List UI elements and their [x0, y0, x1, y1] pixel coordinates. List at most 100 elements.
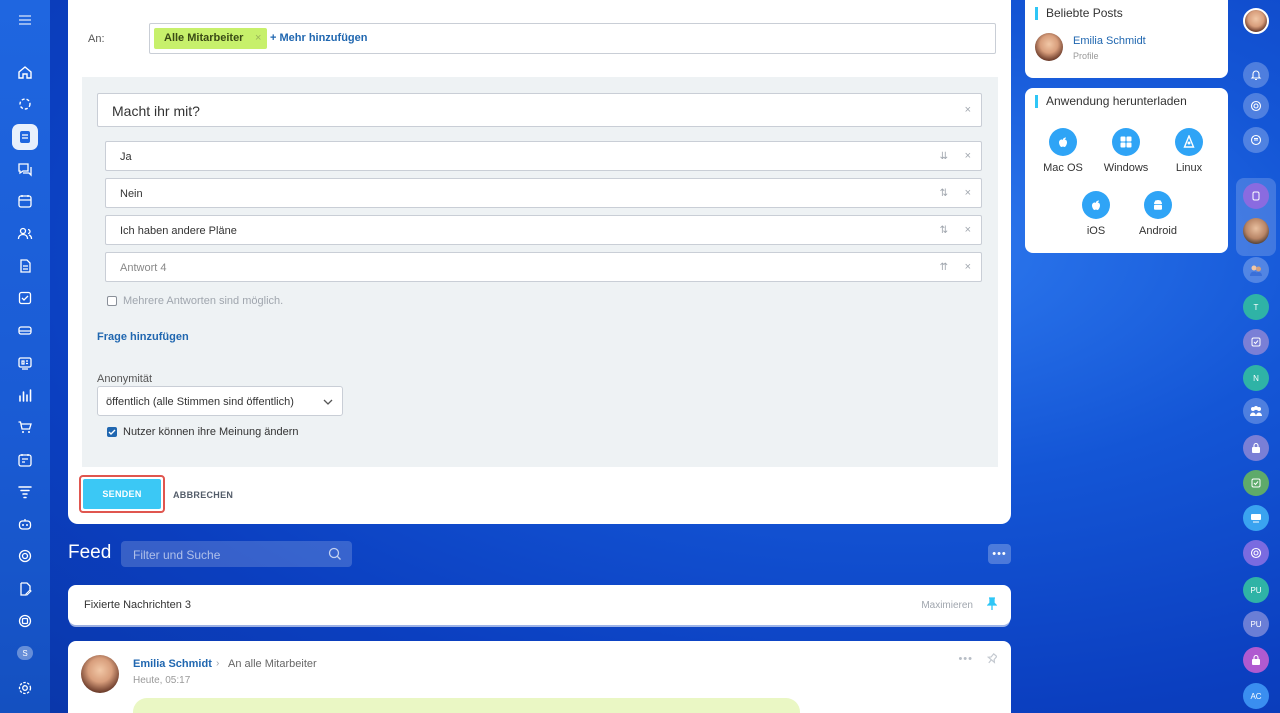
pin-icon[interactable]: [987, 597, 997, 611]
post-composer: An: Alle Mitarbeiter × + Mehr hinzufügen…: [68, 0, 1011, 524]
feed-icon[interactable]: [12, 124, 38, 150]
ios-download[interactable]: iOS: [1066, 191, 1126, 237]
recipient-arrow-icon: ›: [216, 658, 220, 669]
post-more-icon[interactable]: •••: [958, 653, 973, 665]
app-label: Mac OS: [1043, 162, 1083, 174]
contacts-icon[interactable]: [12, 220, 38, 246]
avatar[interactable]: [81, 655, 119, 693]
remove-answer-icon[interactable]: ×: [965, 216, 971, 244]
robot-icon[interactable]: [12, 511, 38, 537]
poll-answer-input[interactable]: Ja ⇊ ×: [105, 141, 982, 171]
collab-icon[interactable]: [12, 91, 38, 117]
remove-answer-icon[interactable]: ×: [965, 253, 971, 281]
calendar-icon[interactable]: [12, 188, 38, 214]
tasks-icon[interactable]: [12, 285, 38, 311]
add-more-recipients-link[interactable]: + Mehr hinzufügen: [270, 32, 367, 44]
chat-icon[interactable]: [12, 156, 38, 182]
pinned-messages-bar[interactable]: Fixierte Nachrichten 3 Maximieren: [68, 585, 1011, 625]
planner-icon[interactable]: [12, 447, 38, 473]
account-badge[interactable]: S: [12, 640, 38, 666]
lock-icon[interactable]: [1243, 647, 1269, 673]
funnel-icon[interactable]: [12, 479, 38, 505]
search-chat-icon[interactable]: [1243, 127, 1269, 153]
poll-answer-input[interactable]: Nein ⇅ ×: [105, 178, 982, 208]
checkbox-unchecked-icon[interactable]: [107, 296, 117, 306]
remove-answer-icon[interactable]: ×: [965, 179, 971, 207]
app-label: Windows: [1103, 162, 1149, 174]
contact-initial[interactable]: PU: [1243, 611, 1269, 637]
analytics-icon[interactable]: [12, 382, 38, 408]
answer-text: Ich haben andere Pläne: [120, 225, 237, 237]
team-avatar[interactable]: [1243, 398, 1269, 424]
copilot-chat-icon[interactable]: [1243, 540, 1269, 566]
account-initial: S: [17, 646, 33, 660]
recipients-field[interactable]: Alle Mitarbeiter × + Mehr hinzufügen: [149, 23, 996, 54]
documents-icon[interactable]: [12, 253, 38, 279]
user-avatar[interactable]: [1243, 8, 1269, 34]
post-author-link[interactable]: Emilia Schmidt: [133, 658, 212, 670]
app-label: Linux: [1175, 162, 1203, 174]
poll-question-input[interactable]: Macht ihr mit? ×: [97, 93, 982, 127]
sort-icon[interactable]: ⇅: [940, 216, 948, 244]
tasks-chat-icon[interactable]: [1243, 329, 1269, 355]
remove-answer-icon[interactable]: ×: [965, 142, 971, 170]
apple-icon: [1082, 191, 1110, 219]
recipient-chip[interactable]: Alle Mitarbeiter ×: [154, 28, 268, 49]
send-button[interactable]: SENDEN: [83, 479, 161, 509]
copilot-icon[interactable]: [1243, 93, 1269, 119]
linux-download[interactable]: Linux: [1159, 128, 1219, 174]
remove-question-icon[interactable]: ×: [965, 94, 971, 126]
sort-icon[interactable]: ⇊: [940, 142, 948, 170]
android-download[interactable]: Android: [1128, 191, 1188, 237]
cancel-button[interactable]: ABBRECHEN: [173, 490, 233, 500]
checklist-icon[interactable]: [1243, 470, 1269, 496]
feed-search-input[interactable]: Filter und Suche: [121, 541, 352, 567]
feed-more-button[interactable]: •••: [988, 544, 1011, 564]
checkbox-checked-icon[interactable]: [107, 427, 117, 437]
post-recipient[interactable]: An alle Mitarbeiter: [228, 658, 317, 670]
drive-icon[interactable]: [12, 317, 38, 343]
avatar[interactable]: [1035, 33, 1063, 61]
cart-icon[interactable]: [12, 414, 38, 440]
anonymity-select-value: öffentlich (alle Stimmen sind öffentlich…: [106, 396, 294, 408]
maximize-link[interactable]: Maximieren: [921, 600, 973, 611]
group-avatar[interactable]: [1243, 257, 1269, 283]
change-opinion-checkbox[interactable]: Nutzer können ihre Meinung ändern: [107, 426, 299, 438]
home-icon[interactable]: [12, 59, 38, 85]
chat-group-icon[interactable]: [1243, 183, 1269, 209]
contact-initial[interactable]: PU: [1243, 577, 1269, 603]
bell-icon[interactable]: [1243, 62, 1269, 88]
multiple-answers-checkbox[interactable]: Mehrere Antworten sind möglich.: [107, 295, 283, 307]
contact-initial[interactable]: N: [1243, 365, 1269, 391]
support-icon[interactable]: [12, 608, 38, 634]
search-icon[interactable]: [328, 547, 342, 561]
to-label: An:: [88, 33, 105, 45]
avatar[interactable]: [1243, 218, 1269, 244]
target-icon[interactable]: [12, 543, 38, 569]
poll-answer-new-input[interactable]: Antwort 4 ⇈ ×: [105, 252, 982, 282]
channel-icon[interactable]: [1243, 505, 1269, 531]
contact-initial[interactable]: T: [1243, 294, 1269, 320]
add-question-link[interactable]: Frage hinzufügen: [97, 331, 189, 343]
feed-post: Emilia Schmidt › An alle Mitarbeiter Heu…: [68, 641, 1011, 713]
windows-download[interactable]: Windows: [1096, 128, 1156, 174]
poll-answer-input[interactable]: Ich haben andere Pläne ⇅ ×: [105, 215, 982, 245]
feed-search-placeholder: Filter und Suche: [133, 548, 221, 562]
sort-icon[interactable]: ⇈: [940, 253, 948, 281]
feed-title: Feed: [68, 542, 112, 563]
contact-initial[interactable]: AC: [1243, 683, 1269, 709]
sort-icon[interactable]: ⇅: [940, 179, 948, 207]
settings-icon[interactable]: [12, 675, 38, 701]
multiple-answers-label: Mehrere Antworten sind möglich.: [123, 295, 284, 307]
post-timestamp[interactable]: Heute, 05:17: [133, 675, 190, 686]
answer-text: Nein: [120, 188, 143, 200]
pin-icon[interactable]: [987, 653, 997, 665]
macos-download[interactable]: Mac OS: [1033, 128, 1093, 174]
sign-icon[interactable]: [12, 576, 38, 602]
lock-icon[interactable]: [1243, 435, 1269, 461]
popular-post-author-link[interactable]: Emilia Schmidt: [1073, 35, 1146, 47]
sites-icon[interactable]: [12, 350, 38, 376]
chip-remove-icon[interactable]: ×: [255, 28, 261, 49]
menu-icon[interactable]: [12, 7, 38, 33]
anonymity-select[interactable]: öffentlich (alle Stimmen sind öffentlich…: [97, 386, 343, 416]
